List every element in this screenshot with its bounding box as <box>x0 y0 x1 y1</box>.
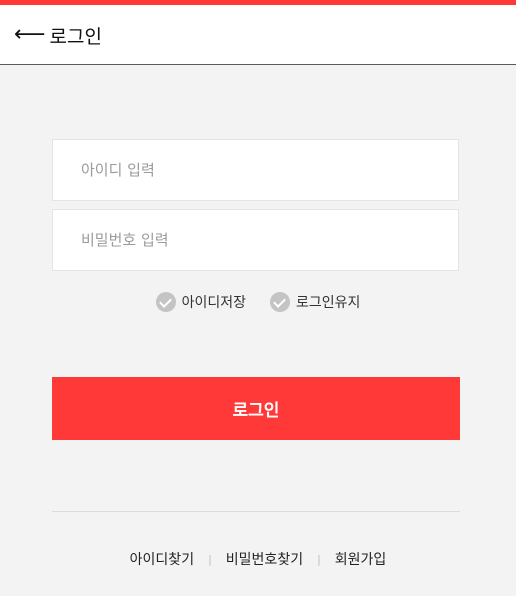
login-options: 아이디저장 로그인유지 <box>0 288 516 316</box>
footer-links: 아이디찾기 | 비밀번호찾기 | 회원가입 <box>0 547 516 571</box>
page-title: 로그인 <box>49 25 102 48</box>
find-password-link[interactable]: 비밀번호찾기 <box>226 549 303 569</box>
signup-link[interactable]: 회원가입 <box>335 549 387 569</box>
id-field[interactable] <box>52 139 459 201</box>
left-arrow-icon[interactable]: ⟵ <box>14 24 46 46</box>
password-input[interactable] <box>53 210 458 270</box>
password-field[interactable] <box>52 209 459 271</box>
divider <box>52 511 460 512</box>
id-input[interactable] <box>53 140 458 200</box>
app-header: ⟵ 로그인 <box>0 5 516 65</box>
login-button[interactable]: 로그인 <box>52 377 460 440</box>
keep-login-label[interactable]: 로그인유지 <box>296 292 360 312</box>
link-separator: | <box>317 552 321 566</box>
check-circle-icon[interactable] <box>155 292 176 312</box>
save-id-checkbox[interactable]: 아이디저장 <box>155 292 246 312</box>
back-button[interactable]: ⟵ 로그인 <box>14 19 102 51</box>
link-separator: | <box>208 552 212 566</box>
find-id-link[interactable]: 아이디찾기 <box>130 549 194 569</box>
keep-login-checkbox[interactable]: 로그인유지 <box>270 292 360 312</box>
save-id-label[interactable]: 아이디저장 <box>182 292 246 312</box>
check-circle-icon[interactable] <box>270 292 290 312</box>
